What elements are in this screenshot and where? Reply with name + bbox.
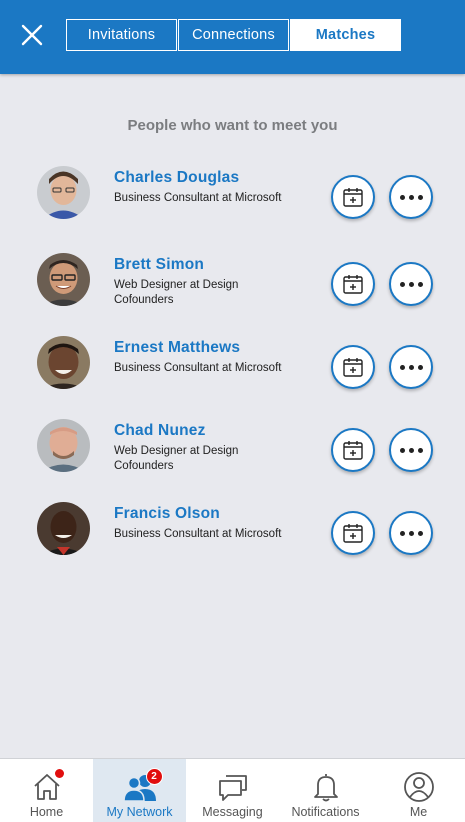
network-tabs: Invitations Connections Matches	[66, 19, 401, 51]
schedule-meeting-button[interactable]	[331, 428, 375, 472]
tab-matches[interactable]: Matches	[290, 19, 401, 51]
nav-label: Messaging	[202, 805, 263, 819]
person-row: Brett Simon Web Designer at Design Cofou…	[0, 253, 465, 313]
profile-icon	[399, 771, 439, 803]
person-name[interactable]: Chad Nunez	[114, 422, 206, 440]
bell-icon	[306, 771, 346, 803]
calendar-add-icon	[343, 358, 363, 377]
person-title: Business Consultant at Microsoft	[114, 362, 282, 374]
more-options-button[interactable]	[389, 345, 433, 389]
home-icon	[27, 769, 67, 803]
person-name[interactable]: Charles Douglas	[114, 169, 239, 187]
person-name[interactable]: Brett Simon	[114, 256, 204, 274]
calendar-add-icon	[343, 524, 363, 543]
calendar-add-icon	[343, 441, 363, 460]
nav-label: Notifications	[291, 805, 360, 819]
person-name[interactable]: Francis Olson	[114, 505, 220, 523]
schedule-meeting-button[interactable]	[331, 262, 375, 306]
count-badge: 2	[145, 768, 163, 785]
person-row: Ernest Matthews Business Consultant at M…	[0, 336, 465, 396]
more-options-button[interactable]	[389, 175, 433, 219]
person-name[interactable]: Ernest Matthews	[114, 339, 240, 357]
tab-invitations[interactable]: Invitations	[66, 19, 177, 51]
schedule-meeting-button[interactable]	[331, 511, 375, 555]
person-title: Business Consultant at Microsoft	[114, 528, 282, 540]
tab-connections[interactable]: Connections	[178, 19, 289, 51]
avatar[interactable]	[37, 166, 90, 219]
nav-notifications[interactable]: Notifications	[279, 759, 372, 822]
nav-me[interactable]: Me	[372, 759, 465, 822]
person-title: Business Consultant at Microsoft	[114, 192, 282, 204]
avatar[interactable]	[37, 502, 90, 555]
avatar[interactable]	[37, 253, 90, 306]
person-row: Chad Nunez Web Designer at Design Cofoun…	[0, 419, 465, 479]
more-options-button[interactable]	[389, 511, 433, 555]
schedule-meeting-button[interactable]	[331, 175, 375, 219]
person-row: Charles Douglas Business Consultant at M…	[0, 166, 465, 226]
more-horizontal-icon	[399, 447, 423, 453]
bottom-nav: Home 2 My Network Messaging Notification…	[0, 758, 465, 822]
nav-label: Me	[409, 805, 428, 819]
nav-my-network[interactable]: 2 My Network	[93, 759, 186, 822]
nav-messaging[interactable]: Messaging	[186, 759, 279, 822]
people-icon: 2	[120, 768, 163, 803]
close-icon[interactable]	[18, 21, 46, 49]
person-title: Web Designer at Design Cofounders	[114, 279, 239, 306]
more-horizontal-icon	[399, 364, 423, 370]
person-row: Francis Olson Business Consultant at Mic…	[0, 502, 465, 562]
avatar[interactable]	[37, 336, 90, 389]
more-horizontal-icon	[399, 194, 423, 200]
person-title: Web Designer at Design Cofounders	[114, 445, 239, 472]
nav-home[interactable]: Home	[0, 759, 93, 822]
more-horizontal-icon	[399, 281, 423, 287]
calendar-add-icon	[343, 188, 363, 207]
more-options-button[interactable]	[389, 428, 433, 472]
nav-label: My Network	[106, 805, 173, 819]
more-options-button[interactable]	[389, 262, 433, 306]
more-horizontal-icon	[399, 530, 423, 536]
notification-dot	[54, 769, 64, 778]
avatar[interactable]	[37, 419, 90, 472]
top-app-bar: Invitations Connections Matches	[0, 0, 465, 74]
section-title: People who want to meet you	[127, 117, 338, 134]
messaging-icon	[213, 771, 253, 803]
calendar-add-icon	[343, 275, 363, 294]
schedule-meeting-button[interactable]	[331, 345, 375, 389]
nav-label: Home	[29, 805, 64, 819]
